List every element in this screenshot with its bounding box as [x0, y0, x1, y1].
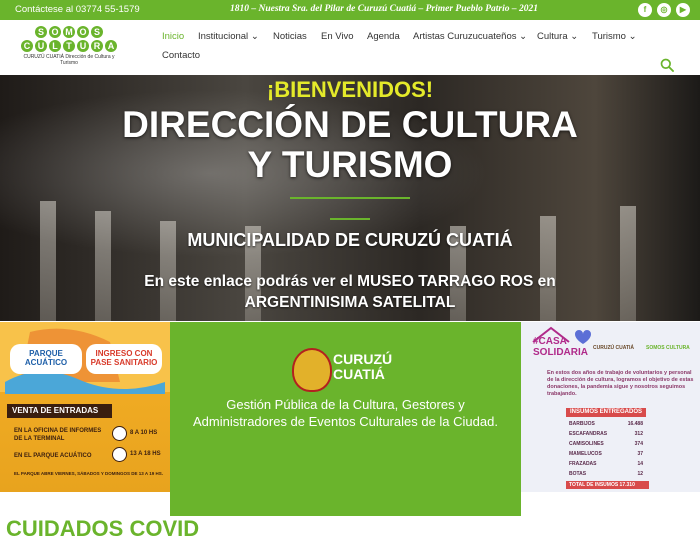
logo-row-somos: S O M O S — [15, 26, 123, 38]
casa-solidaria-card[interactable]: #CASA SOLIDARIA CURUZÚ CUATIÁ SOMOS CULT… — [521, 322, 700, 492]
top-bar: Contáctese al 03774 55-1579 1810 – Nuest… — [0, 0, 700, 20]
supply-row: CAMISOLINES 374 — [569, 441, 643, 447]
clock-icon — [112, 426, 127, 441]
nav-item-label: Institucional — [198, 31, 249, 42]
logo-letter: A — [105, 40, 117, 52]
nav-item-inicio[interactable]: Inicio — [162, 31, 184, 42]
logo-letter: S — [91, 26, 103, 38]
site-header: S O M O S C U L T U R A CURUZÚ CUATIÁ Di… — [0, 20, 700, 75]
city-name: CURUZÚ CUATIÁ — [333, 351, 393, 382]
youtube-icon[interactable]: ▶ — [676, 3, 690, 17]
logo-letter: U — [35, 40, 47, 52]
nav-item-label: Turismo — [592, 31, 626, 42]
insumos-heading: INSUMOS ENTREGADOS — [566, 408, 646, 417]
logo-letter: O — [77, 26, 89, 38]
supply-qty: 16.488 — [627, 421, 643, 427]
nav-item-label: Cultura — [537, 31, 568, 42]
parque-acuatico-badge: PARQUE ACUÁTICO — [10, 344, 82, 374]
supply-row: ESCAFANDRAS 312 — [569, 431, 643, 437]
supply-item: CAMISOLINES — [569, 441, 604, 447]
logo-letter: O — [49, 26, 61, 38]
background-pillar — [40, 201, 56, 321]
nav-item-artistas[interactable]: Artistas Curuzucuateños ⌄ — [413, 31, 527, 42]
motto-text: 1810 – Nuestra Sra. del Pilar de Curuzú … — [230, 4, 538, 14]
supply-qty: 312 — [634, 431, 643, 437]
supply-row: FRAZADAS 14 — [569, 461, 643, 467]
facebook-icon[interactable]: f — [638, 3, 652, 17]
location-oficina: EN LA OFICINA DE INFORMES DE LA TERMINAL — [14, 428, 102, 442]
section-title-covid: CUIDADOS COVID — [6, 516, 200, 541]
supply-qty: 12 — [637, 471, 643, 477]
instagram-icon[interactable]: ◎ — [657, 3, 671, 17]
org-somos-cultura: SOMOS CULTURA — [646, 345, 690, 351]
divider-line — [290, 197, 410, 199]
contact-phone[interactable]: Contáctese al 03774 55-1579 — [15, 4, 140, 15]
coat-of-arms-icon — [292, 348, 332, 392]
supply-item: BARBIJOS — [569, 421, 595, 427]
donations-paragraph: En estos dos años de trabajo de voluntar… — [547, 370, 694, 397]
logo-subtitle: CURUZÚ CUATIÁ Dirección de Cultura y Tur… — [23, 54, 115, 66]
location-parque: EN EL PARQUE ACUÁTICO — [14, 453, 92, 459]
nav-item-label: Artistas Curuzucuateños — [413, 31, 517, 42]
supply-item: ESCAFANDRAS — [569, 431, 608, 437]
supply-row: BARBIJOS 16.488 — [569, 421, 643, 427]
nav-item-contacto[interactable]: Contacto — [162, 50, 200, 61]
logo-letter: U — [77, 40, 89, 52]
nav-item-noticias[interactable]: Noticias — [273, 31, 307, 42]
logo-letter: S — [35, 26, 47, 38]
divider-line — [330, 218, 370, 220]
supply-row: MAMELUCOS 37 — [569, 451, 643, 457]
logo-letter: T — [63, 40, 75, 52]
hero-title: DIRECCIÓN DE CULTURA Y TURISMO — [122, 104, 578, 185]
total-insumos: TOTAL DE INSUMOS 17.310 — [566, 481, 649, 489]
hours-parque: 13 A 18 HS — [130, 451, 161, 457]
welcome-text: ¡BIENVENIDOS! — [266, 77, 434, 102]
casa-solidaria-title: #CASA SOLIDARIA — [533, 336, 588, 358]
supply-qty: 374 — [634, 441, 643, 447]
search-icon[interactable] — [660, 58, 674, 72]
logo-letter: L — [49, 40, 61, 52]
logo-row-cultura: C U L T U R A — [15, 40, 123, 52]
supply-item: BOTAS — [569, 471, 587, 477]
nav-item-institucional[interactable]: Institucional ⌄ — [198, 31, 259, 42]
logo-letter: R — [91, 40, 103, 52]
logo-letter: M — [63, 26, 75, 38]
clock-icon — [112, 447, 127, 462]
somos-cultura-logo[interactable]: S O M O S C U L T U R A CURUZÚ CUATIÁ Di… — [15, 26, 123, 70]
background-pillar — [620, 206, 636, 321]
venta-entradas-banner: VENTA DE ENTRADAS — [7, 404, 112, 418]
chevron-down-icon: ⌄ — [628, 31, 637, 42]
supply-qty: 37 — [637, 451, 643, 457]
logo-letter: C — [21, 40, 33, 52]
pase-sanitario-badge: INGRESO CON PASE SANITARIO — [86, 344, 162, 374]
chevron-down-icon: ⌄ — [570, 31, 579, 42]
gestion-publica-card[interactable]: CURUZÚ CUATIÁ Gestión Pública de la Cult… — [170, 322, 521, 516]
supply-item: MAMELUCOS — [569, 451, 602, 457]
museum-link[interactable]: En este enlace podrás ver el MUSEO TARRA… — [100, 271, 600, 313]
opening-note: EL PARQUE ABRE VIERNES, SÁBADOS Y DOMING… — [14, 471, 163, 476]
municipality-text: MUNICIPALIDAD DE CURUZÚ CUATIÁ — [187, 230, 513, 250]
supply-qty: 14 — [637, 461, 643, 467]
parque-acuatico-card[interactable]: PARQUE ACUÁTICO INGRESO CON PASE SANITAR… — [0, 322, 170, 492]
chevron-down-icon: ⌄ — [519, 31, 528, 42]
org-curuzu: CURUZÚ CUATIÁ — [593, 345, 635, 351]
nav-item-cultura[interactable]: Cultura ⌄ — [537, 31, 578, 42]
hero-banner: ¡BIENVENIDOS! DIRECCIÓN DE CULTURA Y TUR… — [0, 75, 700, 321]
hours-oficina: 8 A 10 HS — [130, 430, 158, 436]
nav-item-turismo[interactable]: Turismo ⌄ — [592, 31, 637, 42]
card-description: Gestión Pública de la Cultura, Gestores … — [193, 397, 498, 429]
nav-item-agenda[interactable]: Agenda — [367, 31, 400, 42]
nav-item-en-vivo[interactable]: En Vivo — [321, 31, 354, 42]
supply-row: BOTAS 12 — [569, 471, 643, 477]
chevron-down-icon: ⌄ — [250, 31, 259, 42]
supply-item: FRAZADAS — [569, 461, 597, 467]
